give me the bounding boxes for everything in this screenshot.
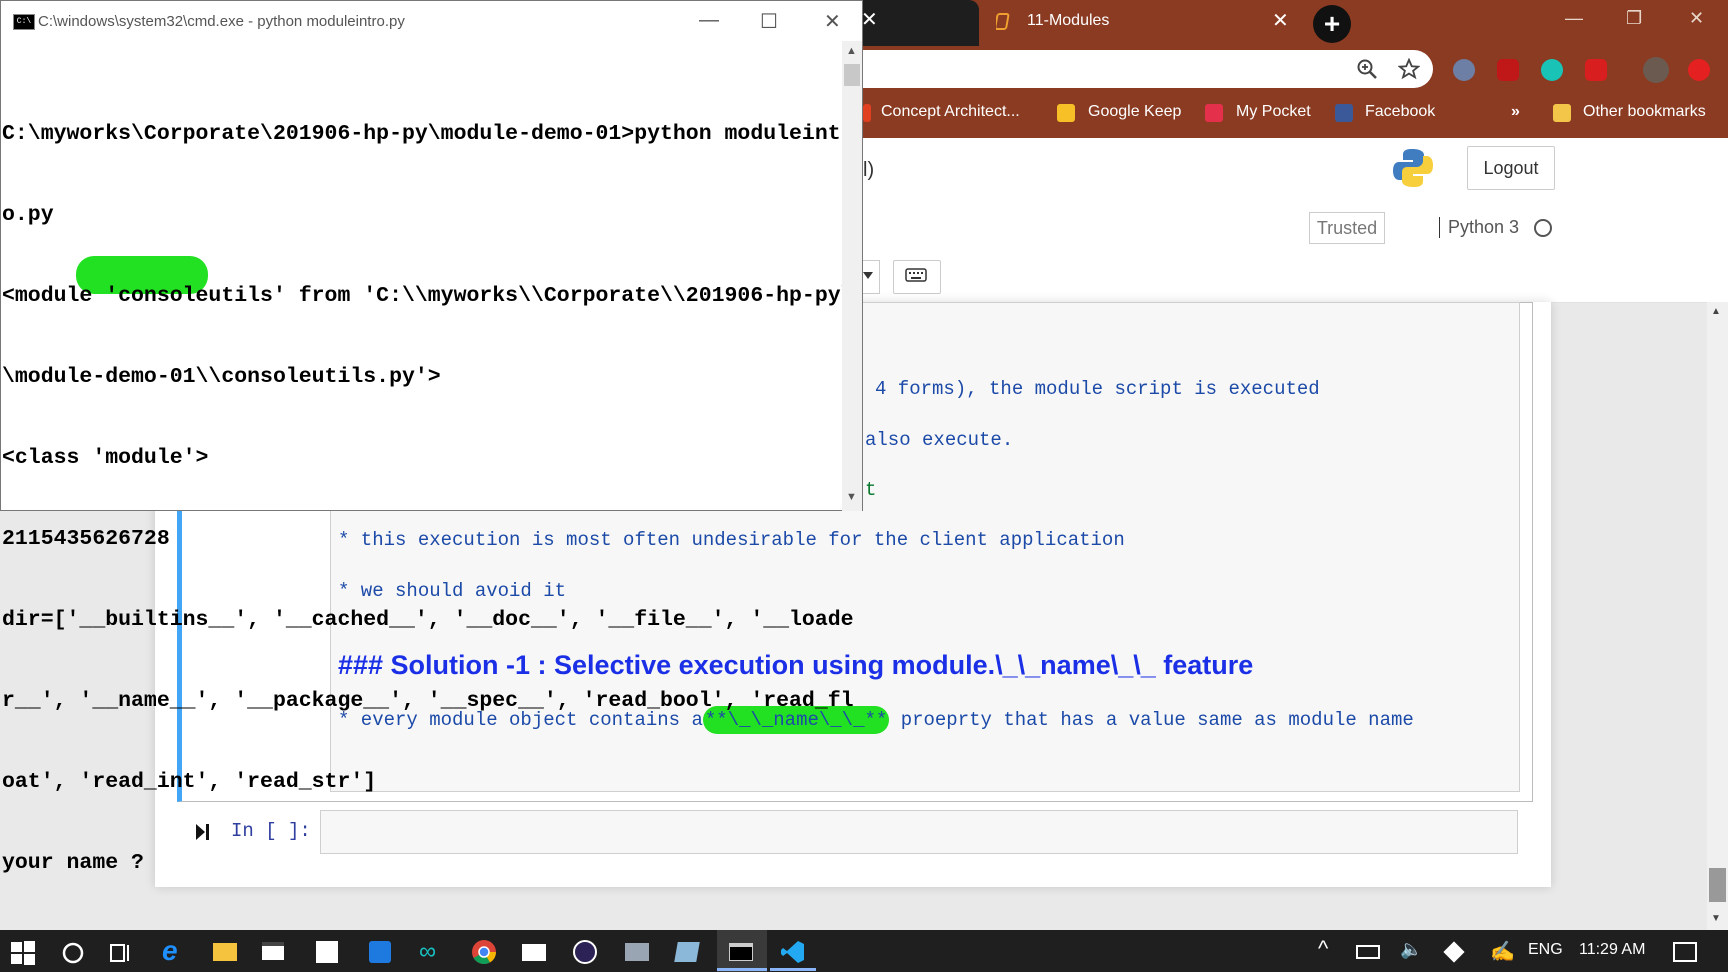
- tab-close-icon[interactable]: ✕: [861, 10, 878, 30]
- console-line: C:\myworks\Corporate\201906-hp-py\module…: [2, 122, 854, 146]
- cmd-taskbar-icon: [729, 943, 753, 961]
- notebook-tab-icon: [996, 13, 1010, 30]
- console-line: your name ?: [2, 851, 144, 875]
- cmd-icon: C:\: [13, 14, 35, 30]
- extension-icon[interactable]: [1453, 59, 1475, 81]
- mail-icon[interactable]: [522, 944, 546, 961]
- facebook-icon: [1335, 104, 1353, 122]
- notifications-icon[interactable]: [1673, 942, 1697, 962]
- kernel-name: Python 3: [1439, 217, 1519, 238]
- folder-icon: [1553, 104, 1571, 122]
- console-line: o.py: [2, 203, 54, 227]
- omnibox[interactable]: [863, 50, 1433, 88]
- store-icon[interactable]: [316, 941, 338, 963]
- other-bookmarks[interactable]: Other bookmarks: [1583, 103, 1706, 121]
- python-logo-icon: [1393, 149, 1433, 187]
- console-line: 2115435626728: [2, 527, 170, 551]
- edge-icon[interactable]: e: [162, 935, 178, 967]
- bookmark-google-keep[interactable]: Google Keep: [1088, 103, 1181, 121]
- keep-icon: [1057, 104, 1075, 122]
- cmd-close-icon[interactable]: ✕: [824, 9, 841, 34]
- notes-app-icon[interactable]: [674, 942, 700, 962]
- cmd-window[interactable]: C:\ C:\windows\system32\cmd.exe - python…: [0, 0, 863, 875]
- cmd-minimize-icon[interactable]: —: [699, 9, 719, 32]
- cmd-scroll-up-icon[interactable]: ▲: [846, 45, 857, 57]
- pen-icon[interactable]: ✍: [1490, 939, 1515, 964]
- clock[interactable]: 11:29 AM: [1579, 941, 1645, 959]
- kernel-status-icon: [1534, 219, 1552, 237]
- battery-icon[interactable]: [1356, 945, 1380, 959]
- bookmark-facebook[interactable]: Facebook: [1365, 103, 1435, 121]
- extension-icon[interactable]: [1497, 59, 1519, 81]
- notebook-name-fragment: l): [863, 159, 875, 181]
- jupyter-toolbar: [863, 204, 1728, 303]
- dropbox-icon[interactable]: [369, 941, 391, 963]
- scroll-up-icon[interactable]: ▲: [1711, 306, 1721, 317]
- search-icon[interactable]: [60, 940, 86, 966]
- bookmark-concept[interactable]: Concept Architect...: [881, 103, 1020, 121]
- mail-extension-icon[interactable]: [1585, 59, 1607, 81]
- console-line: <class 'module'>: [2, 446, 209, 470]
- volume-icon[interactable]: 🔈: [1400, 939, 1422, 960]
- tab-title: 11-Modules: [1027, 12, 1110, 29]
- cmd-maximize-icon[interactable]: ☐: [760, 9, 778, 34]
- file-explorer-icon[interactable]: [213, 943, 237, 961]
- active-indicator: [770, 968, 816, 971]
- minimize-icon[interactable]: —: [1565, 8, 1583, 29]
- keyboard-icon: [905, 268, 927, 282]
- scroll-down-icon[interactable]: ▼: [1711, 913, 1721, 924]
- console-line: dir=['__builtins__', '__cached__', '__do…: [2, 608, 854, 632]
- task-view-icon[interactable]: [108, 940, 134, 966]
- update-icon[interactable]: [1688, 59, 1710, 81]
- infinity-app-icon[interactable]: ∞: [419, 938, 436, 966]
- bookmark-my-pocket[interactable]: My Pocket: [1236, 103, 1311, 121]
- chevron-down-icon: [863, 272, 873, 279]
- page-scrollbar-thumb[interactable]: [1709, 868, 1726, 902]
- browser-tab-inactive[interactable]: [863, 0, 979, 46]
- cmd-scroll-down-icon[interactable]: ▼: [846, 491, 857, 503]
- app-icon[interactable]: [625, 943, 649, 961]
- tray-chevron-up-icon[interactable]: ^: [1318, 936, 1328, 962]
- logout-button[interactable]: Logout: [1467, 146, 1555, 190]
- markdown-line: also execute.: [865, 429, 1014, 451]
- active-indicator: [717, 968, 767, 971]
- jupyter-header: [863, 138, 1728, 204]
- cmd-window-title: C:\windows\system32\cmd.exe - python mod…: [38, 13, 405, 30]
- grammarly-icon[interactable]: [1541, 59, 1563, 81]
- avatar[interactable]: [1643, 57, 1669, 83]
- page-icon: [863, 104, 871, 122]
- console-line: <module 'consoleutils' from 'C:\\myworks…: [2, 284, 854, 308]
- vscode-icon: [781, 941, 804, 963]
- console-line: r__', '__name__', '__package__', '__spec…: [2, 689, 854, 713]
- trusted-indicator[interactable]: Trusted: [1309, 212, 1385, 244]
- windows-start-icon[interactable]: [10, 940, 36, 966]
- console-line: \module-demo-01\\consoleutils.py'>: [2, 365, 441, 389]
- tab-close-icon[interactable]: ✕: [1272, 11, 1289, 31]
- bookmark-star-icon[interactable]: [1398, 58, 1420, 80]
- pocket-icon: [1205, 104, 1223, 122]
- cmd-scrollbar-thumb[interactable]: [844, 64, 860, 86]
- terminal-app-icon[interactable]: [262, 942, 284, 960]
- taskbar: [0, 930, 1728, 972]
- cmd-scrollbar[interactable]: [842, 41, 862, 511]
- console-output[interactable]: C:\myworks\Corporate\201906-hp-py\module…: [2, 67, 854, 931]
- bookmarks-overflow-button[interactable]: »: [1511, 103, 1520, 121]
- language-indicator[interactable]: ENG: [1528, 941, 1563, 959]
- eclipse-icon[interactable]: [573, 940, 597, 964]
- chrome-icon[interactable]: [471, 939, 497, 965]
- new-tab-button[interactable]: +: [1313, 5, 1351, 43]
- maximize-icon[interactable]: ❐: [1626, 8, 1642, 29]
- bullet-suffix: proeprty that has a value same as module…: [889, 709, 1414, 731]
- close-window-icon[interactable]: ✕: [1689, 8, 1704, 29]
- page-scrollbar[interactable]: [1707, 302, 1728, 930]
- console-line: oat', 'read_int', 'read_str']: [2, 770, 377, 794]
- zoom-icon[interactable]: [1356, 58, 1378, 80]
- markdown-line: 4 forms), the module script is executed: [875, 378, 1320, 400]
- markdown-line: t: [865, 479, 877, 501]
